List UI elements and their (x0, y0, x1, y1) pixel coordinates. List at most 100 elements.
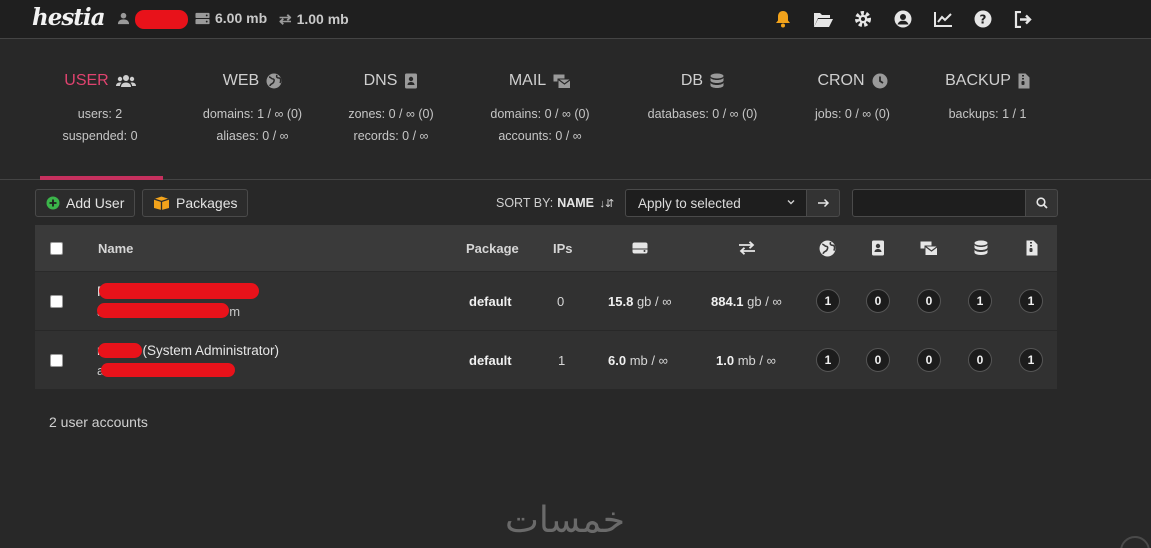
hdd-icon (195, 12, 210, 24)
bulk-action-select[interactable]: Apply to selected (625, 189, 807, 217)
user-circle-icon[interactable] (883, 7, 923, 31)
users-icon (115, 75, 136, 87)
tab-db[interactable]: DB databases: 0 / ∞ (0) (635, 70, 770, 125)
disk-usage-value: 6.00 mb (215, 10, 268, 26)
databases-count: 1 (968, 289, 992, 313)
user-disk: 6.0 mb / ∞ (608, 353, 668, 368)
user-icon (117, 12, 130, 24)
backups-count: 1 (1019, 348, 1043, 372)
web-domains-count: 1 (816, 348, 840, 372)
chevron-down-icon (787, 200, 795, 205)
exchange-icon (738, 239, 756, 257)
address-book-icon (405, 73, 418, 89)
address-book-icon (869, 239, 887, 257)
watermark: خمسات (505, 500, 626, 541)
search-icon (1035, 197, 1048, 209)
sort-by-control[interactable]: SORT BY: NAME ↓⇵ (496, 196, 614, 210)
tab-dns[interactable]: DNS zones: 0 / ∞ (0) records: 0 / ∞ (335, 70, 447, 147)
redaction-mark (135, 10, 188, 29)
box-open-icon (153, 196, 170, 210)
redaction-mark (98, 343, 142, 358)
folder-open-icon[interactable] (803, 7, 843, 31)
user-ips: 1 (558, 353, 566, 368)
tab-dns-label: DNS (363, 72, 398, 89)
tab-backup-label: BACKUP (945, 72, 1011, 89)
bandwidth-value: 1.00 mb (296, 11, 349, 27)
add-user-button[interactable]: Add User (35, 189, 136, 217)
gear-icon[interactable] (843, 7, 883, 31)
search-input[interactable] (852, 189, 1026, 217)
tab-user-stat-suspended: suspended: 0 (62, 129, 138, 143)
active-tab-indicator (40, 176, 163, 180)
arrow-right-icon (817, 198, 829, 208)
tab-mail-label: MAIL (508, 72, 547, 89)
tab-dns-stat-records: records: 0 / ∞ (353, 129, 429, 143)
hdd-icon (631, 239, 649, 257)
tab-db-label: DB (680, 72, 704, 89)
redaction-mark (101, 363, 235, 377)
user-package: default (469, 294, 512, 309)
tab-backup-stat-backups: backups: 1 / 1 (948, 107, 1027, 121)
file-archive-icon (1023, 239, 1041, 257)
bell-icon[interactable] (763, 7, 803, 31)
scroll-top-button[interactable] (1120, 536, 1150, 548)
clock-icon (872, 73, 888, 89)
row-checkbox[interactable] (50, 354, 63, 367)
globe-icon (818, 239, 836, 257)
chart-line-icon[interactable] (923, 7, 963, 31)
tab-backup[interactable]: BACKUP backups: 1 / 1 (935, 70, 1040, 125)
tab-cron[interactable]: CRON jobs: 0 / ∞ (0) (800, 70, 905, 125)
header-package[interactable]: Package (466, 241, 519, 256)
user-bandwidth: 1.0 mb / ∞ (716, 353, 776, 368)
tab-user[interactable]: USER users: 2 suspended: 0 (45, 70, 155, 147)
user-disk: 15.8 gb / ∞ (608, 294, 672, 309)
redaction-mark (97, 303, 229, 318)
users-table: Name Package IPs Ra) am (35, 225, 1057, 390)
tab-web[interactable]: WEB domains: 1 / ∞ (0) aliases: 0 / ∞ (185, 70, 320, 147)
tab-web-label: WEB (222, 72, 260, 89)
databases-count: 0 (968, 348, 992, 372)
user-accounts-count: 2 user accounts (49, 414, 148, 430)
select-all-checkbox[interactable] (50, 242, 63, 255)
header-name[interactable]: Name (98, 241, 133, 256)
svg-text:?: ? (980, 13, 987, 27)
apply-button[interactable] (806, 189, 840, 217)
tab-mail-stat-accounts: accounts: 0 / ∞ (498, 129, 582, 143)
tab-mail[interactable]: MAIL domains: 0 / ∞ (0) accounts: 0 / ∞ (475, 70, 605, 147)
packages-button[interactable]: Packages (142, 189, 249, 217)
row-checkbox[interactable] (50, 295, 63, 308)
top-icons: ? (763, 7, 1043, 31)
plus-circle-icon (46, 196, 60, 210)
bulk-action-value: Apply to selected (638, 196, 741, 211)
database-icon (710, 73, 724, 88)
help-icon[interactable]: ? (963, 7, 1003, 31)
dns-domains-count: 0 (866, 289, 890, 313)
redaction-mark (99, 283, 259, 299)
tab-mail-stat-domains: domains: 0 / ∞ (0) (490, 107, 590, 121)
search-button[interactable] (1025, 189, 1058, 217)
add-user-label: Add User (66, 195, 125, 211)
mail-bulk-icon (920, 239, 938, 257)
database-icon (972, 239, 990, 257)
packages-label: Packages (176, 195, 238, 211)
mail-domains-count: 0 (917, 348, 941, 372)
hestia-logo[interactable]: hestia (32, 4, 106, 34)
tab-cron-stat-jobs: jobs: 0 / ∞ (0) (815, 107, 890, 121)
tab-user-stat-users: users: 2 (77, 107, 123, 121)
sort-by-value: NAME (557, 196, 595, 210)
logout-icon[interactable] (1003, 7, 1043, 31)
table-row[interactable]: Ra) am default 0 15.8 gb / ∞ 884.1 gb / … (35, 272, 1057, 331)
tab-db-stat-databases: databases: 0 / ∞ (0) (647, 107, 758, 121)
header-ips[interactable]: IPs (553, 241, 573, 256)
tab-cron-label: CRON (817, 72, 865, 89)
globe-icon (266, 73, 282, 89)
top-bandwidth: ⇄ 1.00 mb (279, 10, 349, 28)
tab-web-stat-aliases: aliases: 0 / ∞ (216, 129, 289, 143)
tab-web-stat-domains: domains: 1 / ∞ (0) (202, 107, 303, 121)
user-bandwidth: 884.1 gb / ∞ (711, 294, 782, 309)
dns-domains-count: 0 (866, 348, 890, 372)
exchange-icon: ⇄ (279, 11, 292, 28)
table-row[interactable]: n(System Administrator) a default 1 6.0 … (35, 331, 1057, 390)
top-bar: hestia n 6.00 mb ⇄ 1.00 mb ? (0, 0, 1151, 39)
table-header: Name Package IPs (35, 225, 1057, 272)
